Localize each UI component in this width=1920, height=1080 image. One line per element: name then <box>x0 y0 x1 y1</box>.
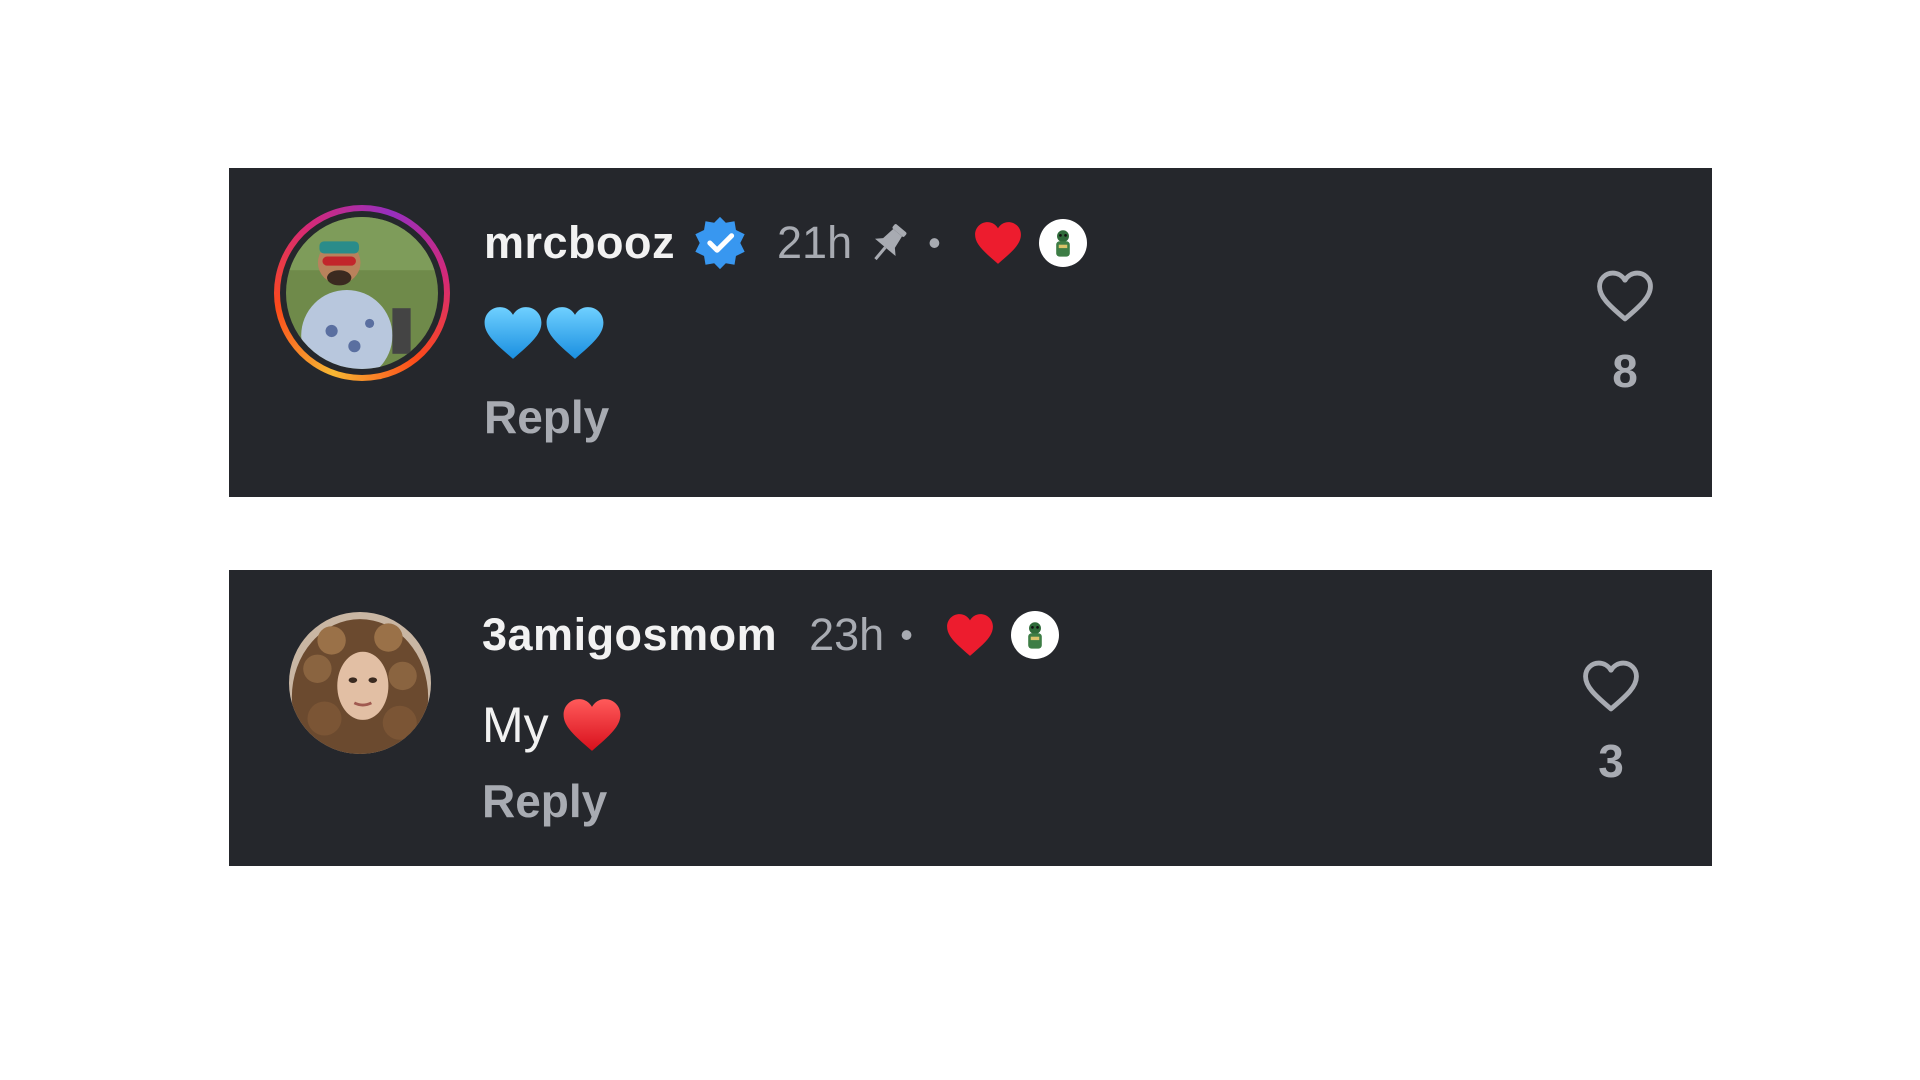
avatar-man-with-sunglasses-icon <box>286 217 438 369</box>
comment-body: My <box>482 697 549 753</box>
comment-header: mrcbooz 21h • <box>484 208 1087 278</box>
creator-heart-icon <box>946 614 993 656</box>
comment-card: mrcbooz 21h • Reply 8 <box>229 168 1712 497</box>
creator-avatar-icon <box>1055 230 1070 257</box>
like-count: 3 <box>1598 735 1624 787</box>
like-count: 8 <box>1612 345 1638 397</box>
pin-icon <box>874 224 907 261</box>
like-control: 3 <box>1571 658 1651 788</box>
creator-avatar-badge <box>1010 611 1059 659</box>
comment-card: 3amigosmom 23h • My Reply 3 <box>229 570 1712 866</box>
creator-heart-icon <box>974 222 1021 264</box>
story-ring[interactable] <box>274 205 450 381</box>
like-heart-icon[interactable] <box>1580 658 1642 714</box>
like-heart-icon[interactable] <box>1594 268 1656 324</box>
comment-text <box>482 298 606 368</box>
username[interactable]: mrcbooz <box>484 217 675 269</box>
reply-button[interactable]: Reply <box>482 774 607 828</box>
creator-avatar-icon <box>1027 622 1042 649</box>
timestamp: 23h <box>809 609 885 660</box>
verified-badge-icon <box>695 216 745 270</box>
comments-page: mrcbooz 21h • Reply 8 3amigosmom 23h • M… <box>0 0 1920 1080</box>
timestamp: 21h <box>777 217 853 268</box>
comment-header: 3amigosmom 23h • <box>482 600 1059 670</box>
username[interactable]: 3amigosmom <box>482 609 777 661</box>
reply-button[interactable]: Reply <box>484 390 609 444</box>
creator-avatar-badge <box>1038 219 1087 267</box>
blue-heart-icon <box>546 307 604 359</box>
blue-heart-icon <box>484 307 542 359</box>
avatar[interactable] <box>289 612 431 754</box>
avatar-woman-curly-hair-icon <box>289 612 431 754</box>
avatar[interactable] <box>286 217 438 369</box>
comment-text: My <box>482 690 623 760</box>
red-heart-icon <box>563 699 621 751</box>
separator-dot: • <box>900 614 913 655</box>
like-control: 8 <box>1585 268 1665 398</box>
separator-dot: • <box>928 222 941 263</box>
